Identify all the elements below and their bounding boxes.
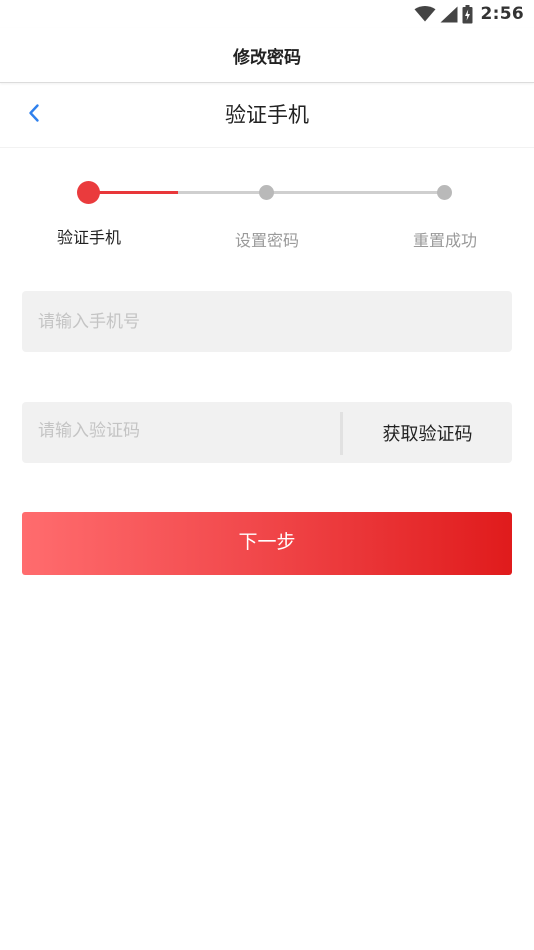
step-3-label: 重置成功	[412, 231, 477, 250]
status-icons: 2:56	[414, 3, 524, 25]
get-code-button[interactable]: 获取验证码	[343, 402, 512, 463]
status-time: 2:56	[480, 4, 524, 24]
phone-field-container	[22, 291, 512, 352]
phone-input[interactable]	[38, 291, 498, 352]
app-bar: 修改密码	[0, 28, 534, 83]
next-step-button[interactable]: 下一步	[22, 512, 512, 575]
status-bar: 2:56	[0, 0, 534, 28]
step-1-indicator	[77, 181, 100, 204]
step-2-indicator	[259, 185, 274, 200]
step-1-label: 验证手机	[56, 228, 121, 247]
wifi-icon	[414, 6, 436, 22]
page-title: 验证手机	[225, 103, 309, 127]
step-3-indicator	[437, 185, 452, 200]
page-header: 验证手机	[0, 83, 534, 148]
code-field-container: 获取验证码	[22, 400, 512, 463]
cellular-signal-icon	[440, 6, 458, 23]
step-connector-pending	[178, 191, 445, 194]
verification-code-input[interactable]	[38, 400, 338, 461]
progress-stepper: 验证手机 设置密码 重置成功	[0, 170, 534, 260]
app-bar-title: 修改密码	[233, 47, 301, 68]
battery-icon	[462, 4, 473, 24]
step-connector-completed	[89, 191, 178, 194]
step-2-label: 设置密码	[234, 231, 299, 250]
